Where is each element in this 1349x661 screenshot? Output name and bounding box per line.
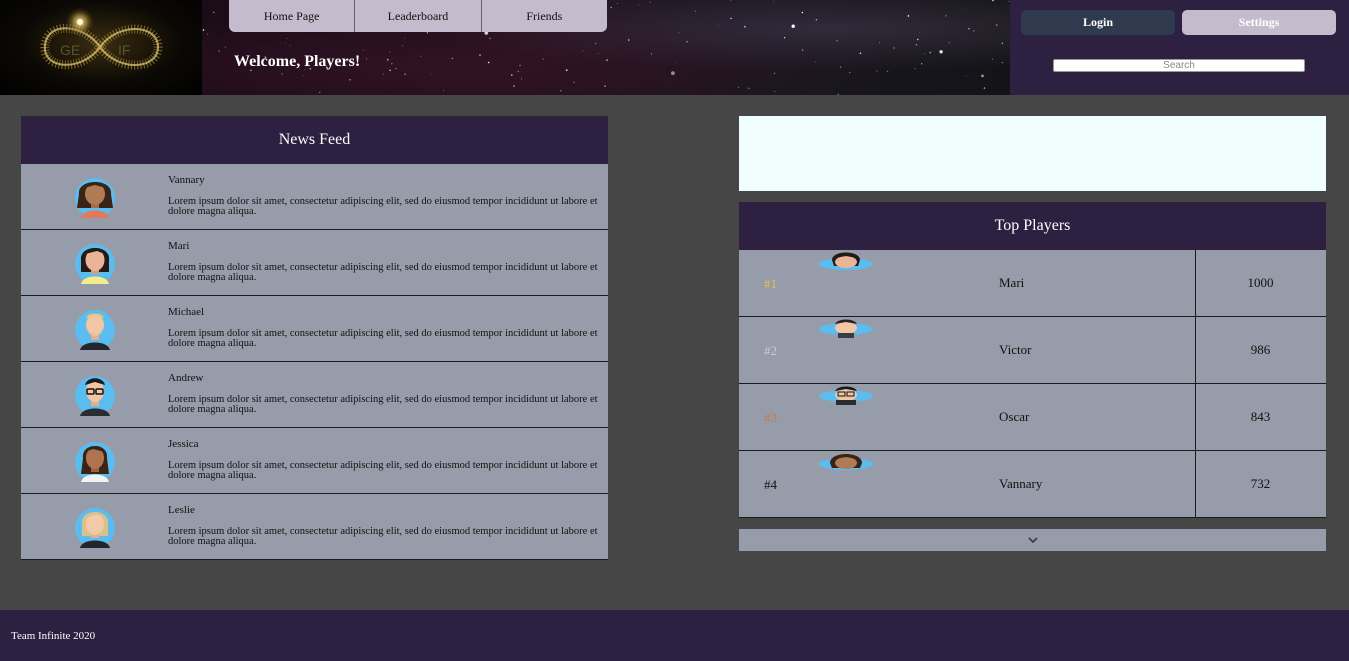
infinity-logo[interactable]: GE IF [0, 0, 202, 95]
news-item: Mari Lorem ipsum dolor sit amet, consect… [21, 230, 608, 296]
news-text: Lorem ipsum dolor sit amet, consectetur … [168, 196, 598, 217]
nav-home-page[interactable]: Home Page [229, 0, 356, 32]
avatar-jessica-icon [75, 442, 115, 482]
login-button[interactable]: Login [1021, 10, 1175, 35]
news-text: Lorem ipsum dolor sit amet, consectetur … [168, 328, 598, 349]
svg-text:IF: IF [118, 42, 130, 58]
user-panel: Login Settings [1010, 0, 1349, 95]
news-author: Michael [168, 306, 205, 318]
settings-button[interactable]: Settings [1182, 10, 1336, 35]
nav-leaderboard[interactable]: Leaderboard [355, 0, 482, 32]
svg-text:GE: GE [60, 42, 80, 58]
news-author: Mari [168, 240, 190, 252]
news-item: Andrew Lorem ipsum dolor sit amet, conse… [21, 362, 608, 428]
avatar-andrew-icon [75, 376, 115, 416]
player-score: 986 [1250, 342, 1271, 357]
avatar-vannary-icon [75, 178, 115, 218]
ad-banner [739, 116, 1326, 191]
news-author: Leslie [168, 504, 195, 516]
player-avatar-icon [819, 386, 873, 405]
player-avatar-icon [819, 454, 873, 470]
player-rank: #1 [764, 276, 777, 291]
player-name: Victor [999, 342, 1032, 357]
avatar-mari-icon [75, 244, 115, 284]
nav-friends[interactable]: Friends [482, 0, 607, 32]
player-name: Mari [999, 275, 1025, 290]
news-author: Vannary [168, 174, 205, 186]
avatar-leslie-icon [75, 508, 115, 548]
player-score: 732 [1250, 476, 1271, 491]
news-item: Jessica Lorem ipsum dolor sit amet, cons… [21, 428, 608, 494]
news-item: Michael Lorem ipsum dolor sit amet, cons… [21, 296, 608, 362]
news-text: Lorem ipsum dolor sit amet, consectetur … [168, 526, 598, 547]
player-row[interactable]: #2 Victor 986 [739, 317, 1326, 384]
player-rank: #3 [764, 410, 777, 425]
player-row[interactable]: #1 Mari 1000 [739, 250, 1326, 317]
news-text: Lorem ipsum dolor sit amet, consectetur … [168, 394, 598, 415]
player-avatar-icon [819, 319, 873, 338]
main-nav: Home Page Leaderboard Friends [229, 0, 607, 32]
player-rank: #2 [764, 343, 777, 358]
top-players-title: Top Players [739, 202, 1326, 250]
footer-text: Team Infinite 2020 [11, 630, 96, 642]
news-author: Jessica [168, 438, 199, 450]
header: GE IF Home Page Leaderboard Friends Welc… [0, 0, 1349, 95]
welcome-heading: Welcome, Players! [234, 53, 361, 70]
player-score: 1000 [1247, 275, 1274, 290]
expand-leaderboard-button[interactable] [739, 529, 1326, 551]
news-feed-panel: News Feed Vannary Lorem ipsum dolor sit … [21, 116, 608, 560]
player-row[interactable]: #4 Vannary 732 [739, 451, 1326, 518]
news-item: Leslie Lorem ipsum dolor sit amet, conse… [21, 494, 608, 560]
player-rank: #4 [764, 477, 777, 492]
player-row[interactable]: #3 Oscar 843 [739, 384, 1326, 451]
player-avatar-icon [819, 252, 873, 270]
player-name: Vannary [999, 476, 1043, 491]
chevron-down-icon [1027, 536, 1038, 543]
search-input[interactable] [1053, 59, 1305, 72]
avatar-michael-icon [75, 310, 115, 350]
player-name: Oscar [999, 409, 1030, 424]
top-players-panel: Top Players #1 Mari 1000 #2 Victor 986 #… [739, 202, 1326, 518]
news-author: Andrew [168, 372, 204, 384]
news-text: Lorem ipsum dolor sit amet, consectetur … [168, 460, 598, 481]
news-text: Lorem ipsum dolor sit amet, consectetur … [168, 262, 598, 283]
player-score: 843 [1250, 409, 1271, 424]
news-feed-title: News Feed [21, 116, 608, 164]
news-item: Vannary Lorem ipsum dolor sit amet, cons… [21, 164, 608, 230]
footer: Team Infinite 2020 [0, 610, 1349, 661]
